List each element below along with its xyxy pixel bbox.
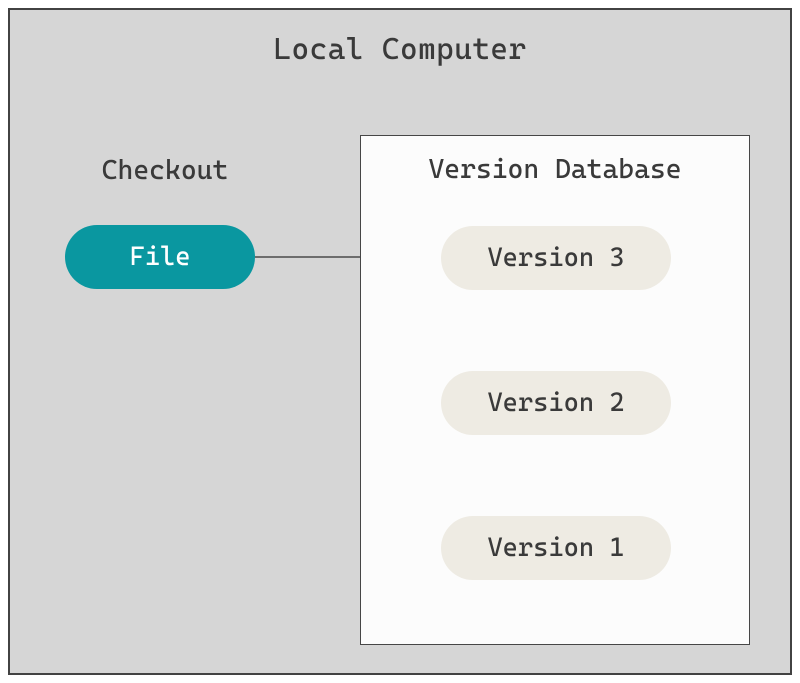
file-node-label: File	[130, 242, 191, 272]
version-node-label: Version 2	[487, 388, 624, 418]
version-node-label: Version 1	[487, 533, 624, 563]
version-database-box: Version Database Version 3 Version 2 Ver…	[360, 135, 750, 645]
version-node-label: Version 3	[487, 243, 624, 273]
panel-title: Local Computer	[10, 32, 790, 67]
version-node-1: Version 1	[441, 516, 671, 580]
database-heading: Version Database	[361, 154, 749, 185]
checkout-heading: Checkout	[55, 155, 275, 186]
version-node-2: Version 2	[441, 371, 671, 435]
local-computer-panel: Local Computer Checkout File Version Dat…	[8, 8, 792, 675]
file-node: File	[65, 225, 255, 289]
version-node-3: Version 3	[441, 226, 671, 290]
